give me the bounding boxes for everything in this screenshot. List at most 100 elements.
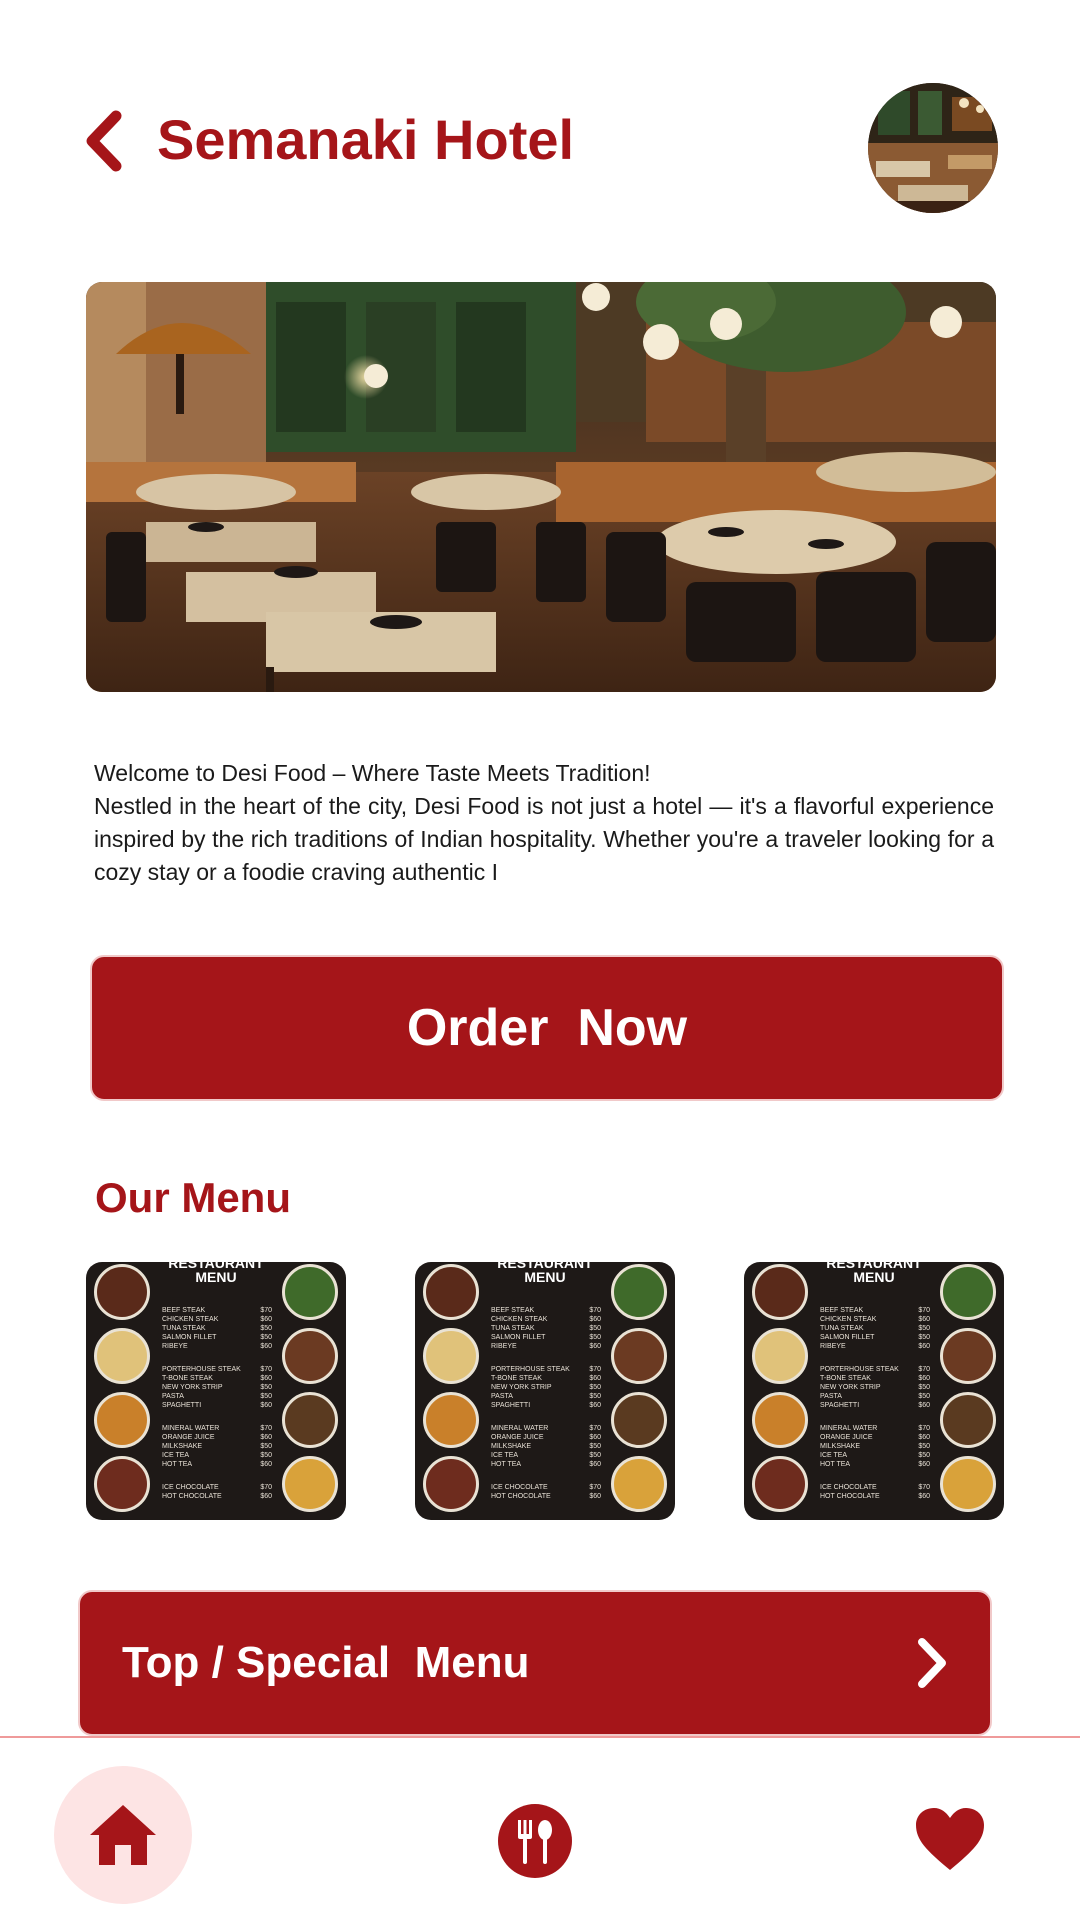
menu-item-row: MINERAL WATER $70 [491, 1425, 601, 1432]
menu-item-row: NEW YORK STRIP $50 [820, 1384, 930, 1391]
menu-item-row: MINERAL WATER $70 [162, 1425, 272, 1432]
menu-item-row: TUNA STEAK $50 [162, 1325, 272, 1332]
dish-image [940, 1392, 996, 1448]
menu-item-row: HOT CHOCOLATE $60 [162, 1493, 272, 1500]
menu-card-items: BEEF STEAK $70 CHICKEN STEAK $60 TUNA STEAK $… [162, 1306, 272, 1501]
dish-image [94, 1328, 150, 1384]
restaurant-interior-photo [86, 282, 996, 692]
dish-image [611, 1264, 667, 1320]
dish-image [94, 1392, 150, 1448]
dish-image [752, 1392, 808, 1448]
menu-item-row: RIBEYE $60 [820, 1343, 930, 1350]
menu-item-row: SPAGHETTI $60 [820, 1402, 930, 1409]
restaurant-avatar[interactable] [868, 83, 998, 213]
menu-item-row: PASTA $50 [820, 1393, 930, 1400]
dish-image [423, 1264, 479, 1320]
menu-card-items: BEEF STEAK $70 CHICKEN STEAK $60 TUNA STEAK $… [820, 1306, 930, 1501]
menu-item-row: PORTERHOUSE STEAK $70 [491, 1366, 601, 1373]
dish-image [94, 1456, 150, 1512]
dish-image [423, 1456, 479, 1512]
menu-item-row: T-BONE STEAK $60 [491, 1375, 601, 1382]
menu-item-row: SPAGHETTI $60 [162, 1402, 272, 1409]
menu-item-row: BEEF STEAK $70 [162, 1307, 272, 1314]
nav-favorites-button[interactable] [914, 1806, 986, 1872]
special-menu-label: Top / Special Menu [122, 1638, 530, 1687]
back-button[interactable] [80, 108, 132, 174]
dish-image [282, 1392, 338, 1448]
menu-item-row: TUNA STEAK $50 [491, 1325, 601, 1332]
menu-item-row: RIBEYE $60 [491, 1343, 601, 1350]
menu-item-row: TUNA STEAK $50 [820, 1325, 930, 1332]
menu-item-row: CHICKEN STEAK $60 [820, 1316, 930, 1323]
menu-item-row: SALMON FILLET $50 [820, 1334, 930, 1341]
dish-image [282, 1328, 338, 1384]
menu-item-row: ORANGE JUICE $60 [491, 1434, 601, 1441]
menu-item-row: NEW YORK STRIP $50 [491, 1384, 601, 1391]
dish-image [611, 1392, 667, 1448]
menu-item-row: T-BONE STEAK $60 [820, 1375, 930, 1382]
chevron-left-icon [86, 110, 122, 172]
dish-image [423, 1328, 479, 1384]
menu-item-row: MILKSHAKE $50 [162, 1443, 272, 1450]
menu-item-row: SALMON FILLET $50 [162, 1334, 272, 1341]
menu-item-row: CHICKEN STEAK $60 [162, 1316, 272, 1323]
menu-item-row: MINERAL WATER $70 [820, 1425, 930, 1432]
menu-card[interactable]: RESTAURANT MENU BEEF STEAK $70 CHICKEN STEAK… [415, 1262, 675, 1520]
menu-item-row: T-BONE STEAK $60 [162, 1375, 272, 1382]
dish-image [423, 1392, 479, 1448]
heart-icon [916, 1808, 984, 1870]
dish-image [282, 1264, 338, 1320]
menu-item-row: PASTA $50 [162, 1393, 272, 1400]
menu-item-row: ORANGE JUICE $60 [162, 1434, 272, 1441]
menu-item-row: HOT TEA $60 [491, 1461, 601, 1468]
page-title: Semanaki Hotel [157, 108, 575, 171]
dish-image [752, 1264, 808, 1320]
menu-item-row: MILKSHAKE $50 [820, 1443, 930, 1450]
menu-item-row: ICE CHOCOLATE $70 [162, 1484, 272, 1491]
menu-item-row: ICE CHOCOLATE $70 [820, 1484, 930, 1491]
dish-image [94, 1264, 150, 1320]
menu-item-row: HOT TEA $60 [820, 1461, 930, 1468]
menu-item-row: PORTERHOUSE STEAK $70 [162, 1366, 272, 1373]
menu-card[interactable]: RESTAURANT MENU BEEF STEAK $70 CHICKEN STEAK… [744, 1262, 1004, 1520]
nav-home-button[interactable] [54, 1766, 192, 1904]
menu-item-row: HOT TEA $60 [162, 1461, 272, 1468]
menu-item-row: NEW YORK STRIP $50 [162, 1384, 272, 1391]
menu-item-row: HOT CHOCOLATE $60 [820, 1493, 930, 1500]
menu-card[interactable]: RESTAURANT MENU BEEF STEAK $70 CHICKEN STEAK… [86, 1262, 346, 1520]
dish-image [940, 1264, 996, 1320]
menu-section-title: Our Menu [95, 1174, 291, 1221]
hotel-detail-screen: Semanaki Hotel Welcome to Desi Food – Wh… [0, 0, 1080, 1920]
menu-item-row: HOT CHOCOLATE $60 [491, 1493, 601, 1500]
menu-item-row: PORTERHOUSE STEAK $70 [820, 1366, 930, 1373]
menu-item-row: ORANGE JUICE $60 [820, 1434, 930, 1441]
nav-menu-button[interactable] [498, 1804, 572, 1878]
dish-image [611, 1328, 667, 1384]
dish-image [940, 1328, 996, 1384]
special-menu-button[interactable]: Top / Special Menu [78, 1590, 992, 1736]
home-icon [90, 1805, 156, 1865]
menu-card-items: BEEF STEAK $70 CHICKEN STEAK $60 TUNA STEAK $… [491, 1306, 601, 1501]
fork-spoon-icon [498, 1804, 572, 1878]
menu-item-row: BEEF STEAK $70 [820, 1307, 930, 1314]
avatar-image [868, 83, 998, 213]
menu-item-row: MILKSHAKE $50 [491, 1443, 601, 1450]
menu-item-row: ICE TEA $50 [491, 1452, 601, 1459]
menu-item-row: ICE TEA $50 [820, 1452, 930, 1459]
chevron-right-icon [918, 1638, 946, 1688]
menu-item-row: PASTA $50 [491, 1393, 601, 1400]
hero-image [86, 282, 996, 692]
hotel-description: Welcome to Desi Food – Where Taste Meets… [94, 760, 994, 885]
menu-item-row: SALMON FILLET $50 [491, 1334, 601, 1341]
menu-item-row: SPAGHETTI $60 [491, 1402, 601, 1409]
menu-item-row: CHICKEN STEAK $60 [491, 1316, 601, 1323]
order-now-button[interactable]: Order Now [90, 955, 1004, 1101]
dish-image [940, 1456, 996, 1512]
menu-item-row: BEEF STEAK $70 [491, 1307, 601, 1314]
dish-image [752, 1456, 808, 1512]
dish-image [752, 1328, 808, 1384]
dish-image [611, 1456, 667, 1512]
menu-item-row: RIBEYE $60 [162, 1343, 272, 1350]
dish-image [282, 1456, 338, 1512]
menu-item-row: ICE TEA $50 [162, 1452, 272, 1459]
